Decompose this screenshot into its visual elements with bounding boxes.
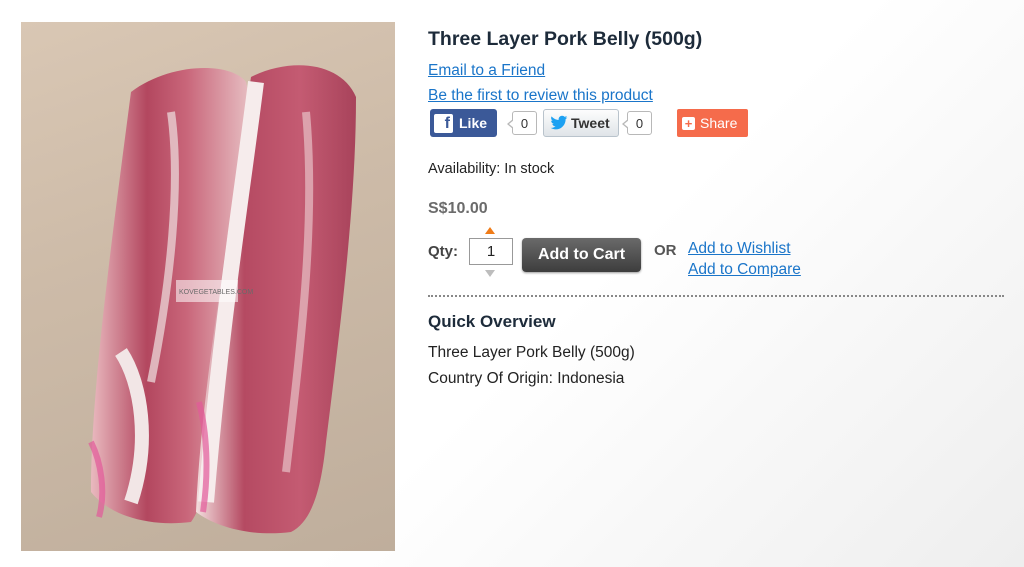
share-button[interactable]: + Share bbox=[677, 109, 748, 137]
divider bbox=[428, 295, 1004, 297]
facebook-icon: f bbox=[434, 113, 453, 133]
like-label: Like bbox=[459, 115, 488, 131]
image-watermark: KOVEGETABLES.COM bbox=[179, 289, 253, 296]
twitter-bird-icon bbox=[550, 115, 568, 130]
availability-status: Availability: In stock bbox=[428, 161, 555, 177]
quantity-input[interactable] bbox=[469, 238, 513, 265]
tweet-count: 0 bbox=[622, 111, 652, 135]
product-title: Three Layer Pork Belly (500g) bbox=[428, 28, 703, 50]
tweet-button[interactable]: Tweet bbox=[543, 109, 619, 137]
write-review-link[interactable]: Be the first to review this product bbox=[428, 87, 653, 105]
add-to-wishlist-link[interactable]: Add to Wishlist bbox=[688, 240, 791, 258]
social-buttons: f Like 0 Tweet 0 + Share bbox=[430, 109, 760, 137]
overview-line: Country Of Origin: Indonesia bbox=[428, 370, 625, 387]
product-image[interactable]: KOVEGETABLES.COM bbox=[21, 22, 395, 551]
product-info-panel: Three Layer Pork Belly (500g) Email to a… bbox=[428, 0, 1008, 567]
or-label: OR bbox=[654, 242, 677, 259]
tweet-label: Tweet bbox=[571, 115, 610, 131]
qty-label: Qty: bbox=[428, 243, 458, 260]
facebook-like-button[interactable]: f Like bbox=[430, 109, 497, 137]
arrow-down-icon[interactable] bbox=[485, 270, 495, 277]
quick-overview-title: Quick Overview bbox=[428, 312, 556, 331]
arrow-up-icon[interactable] bbox=[485, 227, 495, 234]
add-to-compare-link[interactable]: Add to Compare bbox=[688, 261, 801, 279]
overview-line: Three Layer Pork Belly (500g) bbox=[428, 344, 635, 361]
share-label: Share bbox=[700, 115, 738, 131]
add-to-cart-button[interactable]: Add to Cart bbox=[522, 238, 641, 272]
like-count: 0 bbox=[507, 111, 537, 135]
product-price: S$10.00 bbox=[428, 200, 488, 217]
share-plus-icon: + bbox=[682, 116, 695, 130]
pork-belly-photo: KOVEGETABLES.COM bbox=[88, 65, 356, 534]
email-to-friend-link[interactable]: Email to a Friend bbox=[428, 62, 545, 80]
